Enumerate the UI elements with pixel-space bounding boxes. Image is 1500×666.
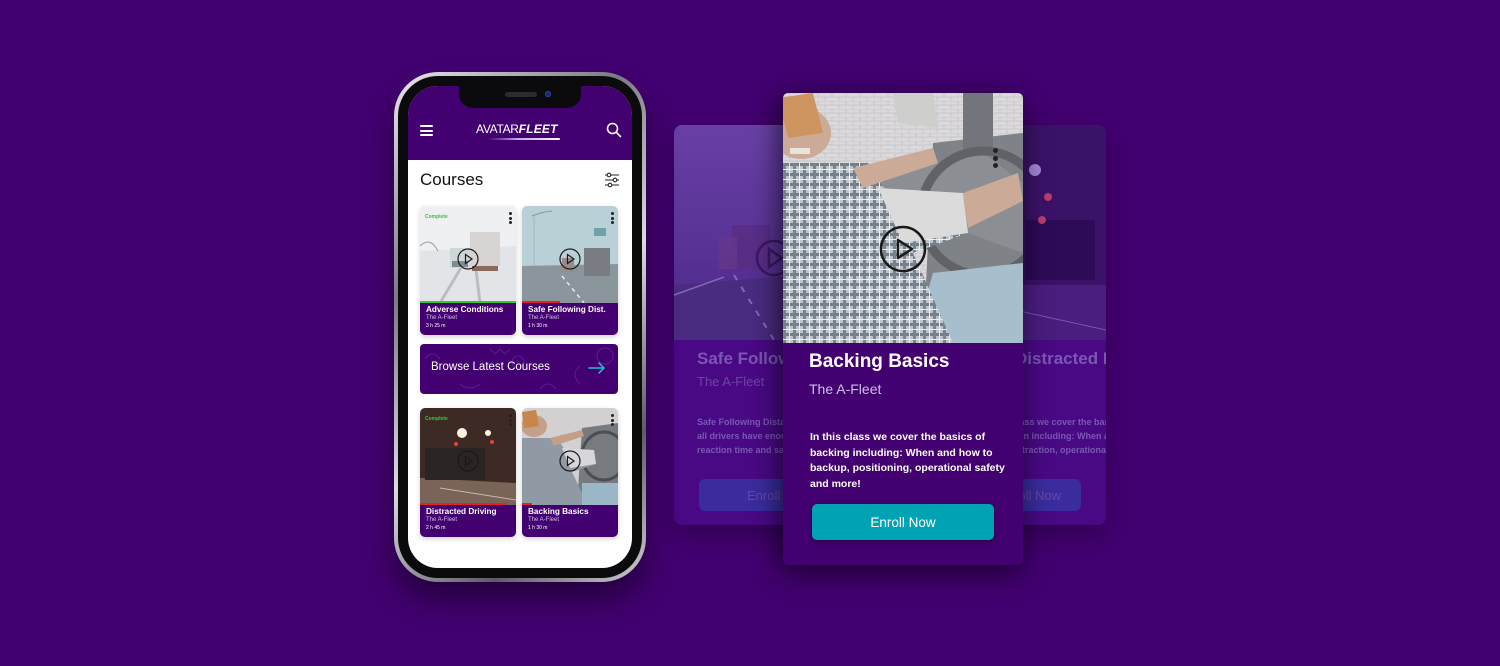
more-options-icon[interactable]: [610, 414, 614, 426]
play-icon[interactable]: [457, 450, 479, 472]
arrow-right-icon: [588, 362, 605, 374]
play-icon[interactable]: [559, 450, 581, 472]
course-card[interactable]: Backing Basics The A-Fleet 1 h 30 m: [522, 408, 618, 537]
course-card-info: Adverse Conditions The A-Fleet 3 h 25 m: [420, 303, 516, 335]
course-card[interactable]: Complete Adverse Conditions The A-Fleet …: [420, 206, 516, 335]
phone-screen: AVATARFLEET Courses Complete Adverse Con…: [408, 86, 632, 568]
more-options-icon[interactable]: [508, 414, 512, 426]
more-options-icon[interactable]: [508, 212, 512, 224]
courses-header: Courses: [408, 160, 632, 200]
course-duration: 1 h 30 m: [528, 525, 548, 531]
logo-swoosh: [488, 138, 560, 140]
phone-bezel: AVATARFLEET Courses Complete Adverse Con…: [398, 76, 642, 578]
play-icon[interactable]: [457, 248, 479, 270]
course-card-info: Distracted Driving The A-Fleet 2 h 45 m: [420, 505, 516, 537]
status-badge-complete: Complete: [425, 214, 448, 220]
course-provider: The A-Fleet: [528, 315, 560, 321]
logo-text-avatar: AVATAR: [476, 122, 519, 136]
speaker-grille: [505, 92, 537, 97]
course-provider: The A-Fleet: [528, 517, 560, 523]
course-duration: 2 h 45 m: [426, 525, 446, 531]
phone-notch: [459, 86, 581, 108]
course-thumbnail-driver-at-wheel: [783, 93, 1023, 343]
app-logo: AVATARFLEET: [476, 122, 558, 136]
more-options-icon[interactable]: [993, 148, 998, 168]
course-card-info: Backing Basics The A-Fleet 1 h 30 m: [522, 505, 618, 537]
course-card-info: Safe Following Dist. The A-Fleet 1 h 30 …: [522, 303, 618, 335]
enroll-now-button[interactable]: Enroll Now: [812, 504, 994, 540]
phone-mockup: AVATARFLEET Courses Complete Adverse Con…: [394, 72, 646, 582]
course-title: Adverse Conditions: [426, 305, 504, 314]
browse-latest-courses-button[interactable]: Browse Latest Courses: [420, 344, 618, 394]
course-description: In this class we cover the basics of bac…: [810, 431, 1005, 490]
course-title: Backing Basics: [528, 507, 589, 516]
course-card[interactable]: Complete Distracted Driving The A-Fleet …: [420, 408, 516, 537]
browse-label: Browse Latest Courses: [431, 361, 550, 373]
logo-text-fleet: FLEET: [518, 122, 558, 136]
course-card[interactable]: Safe Following Dist. The A-Fleet 1 h 30 …: [522, 206, 618, 335]
search-icon[interactable]: [606, 122, 622, 138]
status-badge-complete: Complete: [425, 416, 448, 422]
course-provider: The A-Fleet: [426, 315, 458, 321]
camera-icon: [545, 91, 551, 97]
course-provider: The A-Fleet: [426, 517, 458, 523]
course-title: Distracted Driving: [426, 507, 497, 516]
course-duration: 1 h 30 m: [528, 323, 548, 329]
detail-card-provider: The A-Fleet: [697, 374, 765, 389]
course-duration: 3 h 25 m: [426, 323, 446, 329]
course-title: Safe Following Dist.: [528, 305, 606, 314]
course-provider: The A-Fleet: [809, 381, 882, 397]
hamburger-icon[interactable]: [420, 125, 433, 136]
detail-card-title: Distracted Driving Basics: [1015, 349, 1106, 368]
more-options-icon[interactable]: [610, 212, 614, 224]
page-title: Courses: [420, 170, 484, 189]
play-icon[interactable]: [559, 248, 581, 270]
course-title: Backing Basics: [809, 351, 950, 372]
sliders-icon[interactable]: [604, 172, 620, 188]
play-icon[interactable]: [879, 225, 927, 273]
course-detail-card-backing-basics: Backing Basics The A-Fleet In this class…: [783, 93, 1023, 565]
